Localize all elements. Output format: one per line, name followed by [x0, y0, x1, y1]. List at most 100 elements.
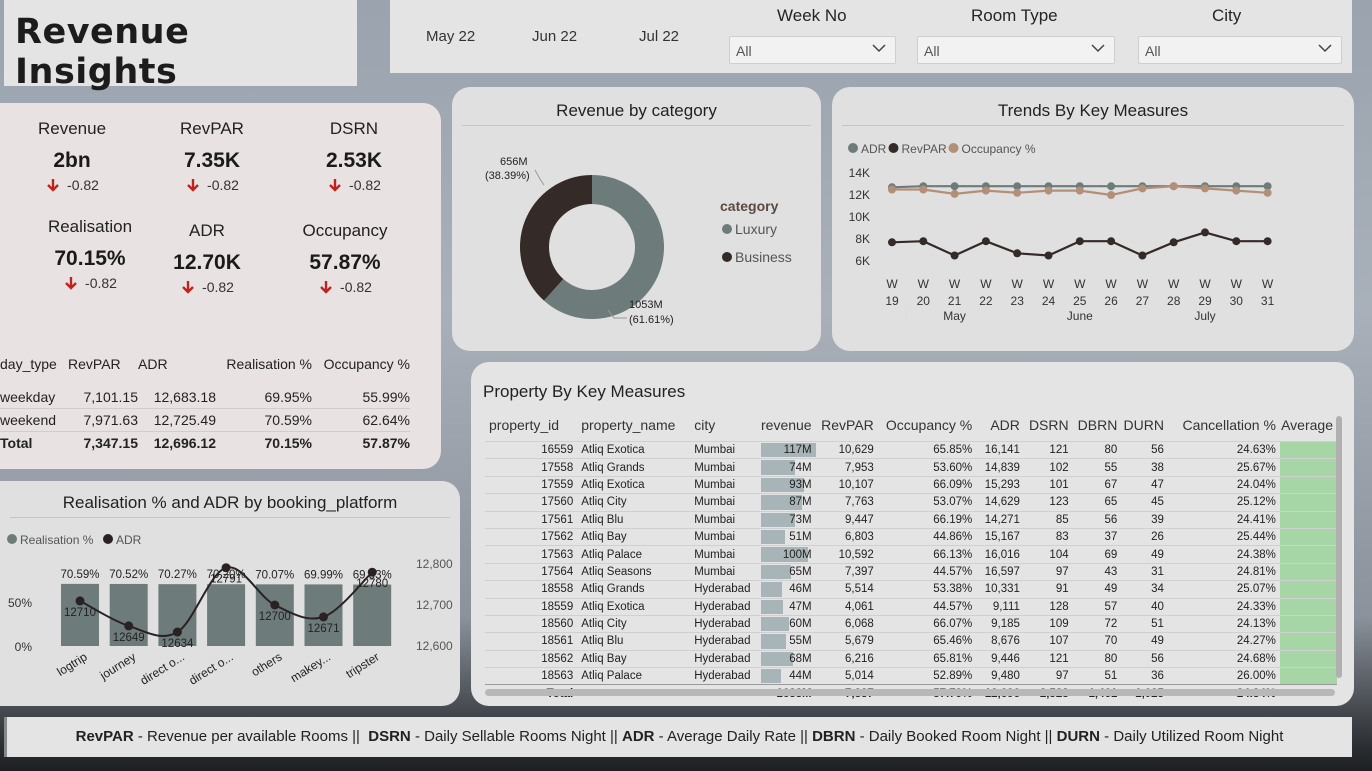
data-point[interactable] — [1013, 188, 1022, 197]
data-point[interactable] — [1263, 237, 1272, 246]
kpi-card-dsrn[interactable]: DSRN 2.53K -0.82 — [289, 119, 419, 193]
table-row[interactable]: weekday 7,101.15 12,683.18 69.95% 55.99% — [0, 386, 410, 409]
col-header-average[interactable]: Average — [1280, 415, 1337, 442]
table-row[interactable]: 18562 Atliq Bay Hyderabad 68M 6,216 65.81% 9,4… — [485, 649, 1337, 668]
data-point[interactable] — [950, 189, 959, 198]
table-row[interactable]: 18559 Atliq Exotica Hyderabad 47M 4,061 44.57… — [485, 597, 1337, 616]
revenue-value: 44M — [789, 670, 812, 683]
data-point[interactable] — [981, 237, 990, 246]
table-row[interactable]: 17563 Atliq Palace Mumbai 100M 10,592 66.13% 1… — [485, 545, 1337, 564]
data-point[interactable] — [172, 627, 182, 637]
data-point[interactable] — [1013, 249, 1022, 258]
data-point[interactable] — [1263, 188, 1272, 197]
table-row[interactable]: 18558 Atliq Grands Hyderabad 46M 5,514 53.38%… — [485, 580, 1337, 599]
col-header-property-name[interactable]: property_name — [577, 415, 690, 442]
col-header-durn[interactable]: DURN — [1121, 415, 1168, 442]
table-row[interactable]: 17559 Atliq Exotica Mumbai 93M 10,107 66.09% 1… — [485, 475, 1337, 494]
col-header-city[interactable]: city — [690, 415, 760, 442]
data-point[interactable] — [1232, 237, 1241, 246]
legend-item[interactable]: RevPAR — [902, 142, 947, 156]
table-row[interactable]: 17560 Atliq City Mumbai 87M 7,763 53.07% 14,62… — [485, 493, 1337, 512]
col-header-revenue[interactable]: revenue — [761, 415, 816, 442]
legend-item[interactable]: Realisation % — [20, 533, 94, 547]
data-point[interactable] — [981, 186, 990, 195]
col-header-revpar[interactable]: RevPAR — [816, 415, 878, 442]
trend-line-chart[interactable]: ADR RevPAR Occupancy % 6K 8K 10K 12K 14K W 19 W 20 W… — [832, 87, 1354, 351]
data-point[interactable] — [1232, 186, 1241, 195]
legend-item[interactable]: ADR — [116, 533, 142, 547]
data-point[interactable] — [319, 612, 328, 622]
kpi-card-realisation[interactable]: Realisation 70.15% -0.82 — [25, 217, 155, 291]
room-type-dropdown[interactable]: All — [917, 36, 1115, 64]
col-header[interactable]: Occupancy % — [312, 356, 410, 386]
data-point[interactable] — [1138, 184, 1147, 193]
data-point[interactable] — [75, 596, 85, 606]
data-point[interactable] — [950, 251, 959, 260]
x-tick-label: 27 — [1136, 294, 1150, 308]
kpi-card-occupancy[interactable]: Occupancy 57.87% -0.82 — [280, 221, 410, 295]
month-filter-jun[interactable]: Jun 22 — [532, 28, 577, 45]
data-point[interactable] — [221, 563, 231, 573]
col-header-cancellation[interactable]: Cancellation % — [1168, 415, 1280, 442]
col-header-occupancy[interactable]: Occupancy % — [878, 415, 976, 442]
legend-item[interactable]: Luxury — [735, 221, 777, 237]
legend-item[interactable]: ADR — [861, 142, 887, 156]
table-row[interactable]: 18563 Atliq Palace Hyderabad 44M 5,014 52.89%… — [485, 667, 1337, 685]
city-dropdown[interactable]: All — [1138, 36, 1342, 64]
bar[interactable] — [353, 584, 392, 646]
data-point[interactable] — [1138, 251, 1147, 260]
table-row[interactable]: 17564 Atliq Seasons Mumbai 65M 7,397 44.57% 16… — [485, 562, 1337, 581]
data-point[interactable] — [124, 621, 134, 631]
data-point[interactable] — [1044, 251, 1053, 260]
data-point[interactable] — [919, 237, 928, 246]
data-point[interactable] — [1107, 237, 1116, 246]
month-filter-jul[interactable]: Jul 22 — [639, 28, 679, 45]
kpi-card-revpar[interactable]: RevPAR 7.35K -0.82 — [147, 119, 277, 193]
donut-slice-business[interactable] — [520, 175, 592, 301]
table-row[interactable]: 18561 Atliq Blu Hyderabad 55M 5,679 65.46% 8,6… — [485, 632, 1337, 651]
col-header-dsrn[interactable]: DSRN — [1024, 415, 1073, 442]
data-point[interactable] — [1107, 182, 1116, 191]
data-point[interactable] — [1075, 237, 1084, 246]
bar[interactable] — [207, 584, 246, 646]
booking-platform-chart[interactable]: Realisation % ADR 50% 0% 12,800 12,700 12,600 7… — [0, 481, 460, 706]
col-header[interactable]: day_type — [0, 356, 68, 386]
donut-chart[interactable]: 1053M (61.61%) 656M (38.39%) category Luxury B… — [452, 87, 821, 351]
vertical-scrollbar[interactable] — [1336, 416, 1342, 678]
data-point[interactable] — [950, 182, 959, 191]
data-point[interactable] — [1201, 184, 1209, 193]
data-point[interactable] — [367, 567, 377, 577]
cell: Atliq Palace — [577, 667, 691, 685]
data-point[interactable] — [888, 185, 896, 194]
data-point[interactable] — [919, 185, 928, 194]
table-row[interactable]: 17562 Atliq Bay Mumbai 51M 6,803 44.86% 15,167… — [485, 527, 1337, 546]
data-point[interactable] — [1169, 182, 1178, 191]
col-header[interactable]: Realisation % — [216, 356, 312, 386]
cell: 7,971.63 — [68, 408, 138, 432]
data-point[interactable] — [1044, 186, 1053, 195]
table-row[interactable]: 17558 Atliq Grands Mumbai 74M 7,953 53.60% 14,… — [485, 458, 1337, 477]
cell: 74M — [760, 458, 816, 477]
col-header[interactable]: RevPAR — [68, 356, 138, 386]
week-no-dropdown[interactable]: All — [729, 36, 896, 64]
table-row[interactable]: 16559 Atliq Exotica Mumbai 117M 10,629 65.85%… — [485, 440, 1337, 459]
col-header-dbrn[interactable]: DBRN — [1073, 415, 1122, 442]
col-header[interactable]: ADR — [138, 356, 216, 386]
legend-item[interactable]: Occupancy % — [962, 142, 1036, 156]
data-point[interactable] — [888, 238, 896, 247]
col-header-adr[interactable]: ADR — [976, 415, 1024, 442]
table-row[interactable]: 18560 Atliq City Hyderabad 60M 6,068 66.07% 9,… — [485, 614, 1337, 633]
legend-item[interactable]: Business — [735, 249, 792, 265]
month-filter-may[interactable]: May 22 — [426, 28, 475, 45]
kpi-card-revenue[interactable]: Revenue 2bn -0.82 — [7, 119, 137, 193]
kpi-card-adr[interactable]: ADR 12.70K -0.82 — [142, 221, 272, 295]
data-point[interactable] — [1201, 228, 1209, 237]
data-point[interactable] — [1169, 238, 1178, 247]
col-header-property-id[interactable]: property_id — [485, 415, 577, 442]
table-row[interactable]: weekend 7,971.63 12,725.49 70.59% 62.64% — [0, 408, 410, 432]
data-point[interactable] — [1075, 186, 1084, 195]
data-point[interactable] — [270, 600, 280, 610]
horizontal-scrollbar[interactable] — [485, 689, 1335, 696]
table-row[interactable]: 17561 Atliq Blu Mumbai 73M 9,447 66.19% 14,271… — [485, 510, 1337, 529]
data-point[interactable] — [1107, 191, 1116, 199]
